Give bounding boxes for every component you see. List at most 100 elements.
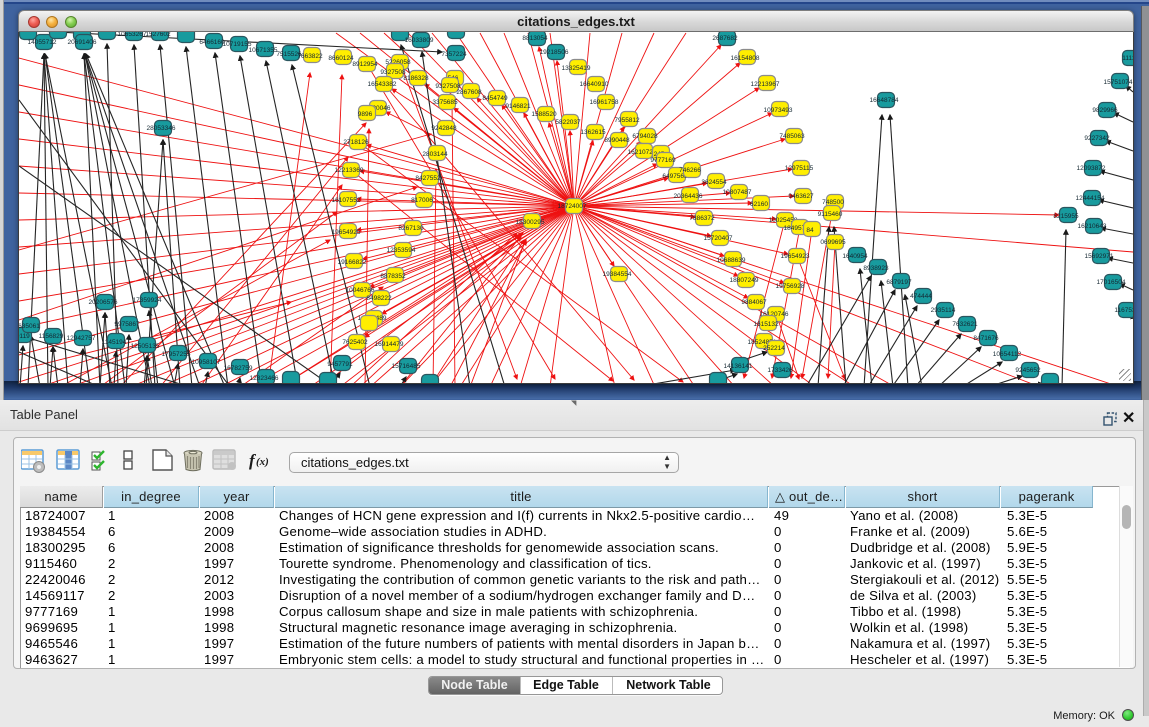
svg-text:1640954: 1640954 [842, 253, 868, 260]
svg-text:16961758: 16961758 [590, 99, 619, 106]
svg-text:9146821: 9146821 [505, 103, 531, 110]
svg-text:12213369: 12213369 [335, 167, 364, 174]
svg-text:9829966: 9829966 [1092, 107, 1118, 114]
svg-text:17359924: 17359924 [133, 297, 162, 304]
svg-text:16543382: 16543382 [368, 81, 397, 88]
svg-text:1527602: 1527602 [145, 32, 171, 38]
svg-text:8498222: 8498222 [366, 295, 392, 302]
svg-text:19654925: 19654925 [332, 229, 361, 236]
svg-text:252214: 252214 [763, 345, 785, 352]
svg-text:9457791: 9457791 [327, 361, 353, 368]
svg-text:8267130: 8267130 [398, 225, 424, 232]
svg-text:16033809: 16033809 [405, 37, 434, 44]
svg-text:10653267: 10653267 [118, 32, 147, 38]
svg-text:9242848: 9242848 [431, 125, 457, 132]
svg-text:2718126: 2718126 [343, 139, 369, 146]
svg-text:10046766: 10046766 [346, 287, 375, 294]
svg-text:474444: 474444 [910, 293, 932, 300]
svg-text:817006: 817006 [411, 197, 433, 204]
svg-text:19654923: 19654923 [781, 253, 810, 260]
svg-text:2803144: 2803144 [422, 151, 448, 158]
svg-text:9463627: 9463627 [788, 193, 814, 200]
svg-text:2935114: 2935114 [931, 307, 956, 314]
svg-text:12353594: 12353594 [387, 247, 416, 254]
svg-text:8471676: 8471676 [973, 335, 999, 342]
svg-text:1112: 1112 [1122, 55, 1133, 62]
svg-text:16640910: 16640910 [580, 81, 609, 88]
svg-text:20364436: 20364436 [674, 193, 703, 200]
svg-text:1156829: 1156829 [39, 333, 64, 340]
svg-text:9975867: 9975867 [114, 321, 140, 328]
svg-text:1588520: 1588520 [531, 111, 557, 118]
svg-text:0699695: 0699695 [820, 239, 846, 246]
svg-text:10807487: 10807487 [723, 189, 752, 196]
svg-text:10719155: 10719155 [223, 41, 252, 48]
svg-text:9896: 9896 [358, 111, 373, 118]
svg-text:2867608: 2867608 [456, 89, 482, 96]
svg-text:15720407: 15720407 [704, 235, 733, 242]
svg-text:16210643: 16210643 [1078, 223, 1107, 230]
svg-text:14055712: 14055712 [28, 39, 57, 46]
svg-text:6466160: 6466160 [199, 39, 225, 46]
svg-text:8938923: 8938923 [863, 265, 889, 272]
svg-text:9245652: 9245652 [1015, 367, 1041, 374]
svg-text:16107552: 16107552 [332, 197, 361, 204]
svg-text:9227342: 9227342 [1084, 135, 1110, 142]
svg-text:7625402: 7625402 [342, 339, 368, 346]
svg-text:12823466: 12823466 [250, 375, 279, 382]
svg-text:6794028: 6794028 [632, 133, 658, 140]
svg-text:12213967: 12213967 [751, 81, 780, 88]
svg-text:16648784: 16648784 [870, 97, 899, 104]
svg-text:10958107: 10958107 [192, 359, 221, 366]
svg-text:12444154: 12444154 [1076, 195, 1105, 202]
svg-text:8813054: 8813054 [522, 35, 548, 42]
svg-text:3624554: 3624554 [701, 179, 727, 186]
svg-text:62160: 62160 [750, 201, 768, 208]
svg-text:19218506: 19218506 [540, 49, 569, 56]
svg-text:19756928: 19756928 [776, 283, 805, 290]
svg-text:6879197: 6879197 [886, 279, 912, 286]
svg-text:12975115: 12975115 [785, 165, 814, 172]
svg-text:12942757: 12942757 [67, 335, 96, 342]
svg-text:7886372: 7886372 [689, 215, 715, 222]
svg-text:8186328: 8186328 [403, 75, 429, 82]
svg-text:8215955: 8215955 [1053, 213, 1079, 220]
svg-text:2687682: 2687682 [712, 35, 738, 42]
svg-text:19166822: 19166822 [338, 259, 367, 266]
svg-text:18300295: 18300295 [516, 219, 545, 226]
svg-text:16914479: 16914479 [375, 341, 404, 348]
svg-text:1362615: 1362615 [580, 129, 606, 136]
svg-text:7632621: 7632621 [952, 321, 978, 328]
svg-text:746266: 746266 [679, 167, 701, 174]
svg-text:1145194: 1145194 [102, 339, 127, 346]
svg-text:84: 84 [806, 227, 814, 234]
svg-text:9327508: 9327508 [380, 69, 406, 76]
svg-text:8912954: 8912954 [352, 61, 378, 68]
svg-text:16782759: 16782759 [224, 365, 253, 372]
svg-text:7955812: 7955812 [614, 117, 640, 124]
svg-text:8878352: 8878352 [380, 273, 406, 280]
svg-text:13325419: 13325419 [562, 65, 591, 72]
svg-text:17016504: 17016504 [1097, 279, 1126, 286]
svg-text:7485063: 7485063 [779, 133, 805, 140]
svg-text:7357224: 7357224 [441, 51, 467, 58]
svg-text:116753: 116753 [1114, 307, 1133, 314]
svg-text:20691406: 20691406 [68, 39, 97, 46]
svg-text:15751074: 15751074 [1104, 79, 1133, 86]
svg-text:17957255: 17957255 [162, 351, 191, 358]
svg-text:15716485: 15716485 [392, 363, 421, 370]
svg-text:18724007: 18724007 [558, 203, 587, 210]
svg-text:9115460: 9115460 [818, 211, 843, 218]
svg-text:8454749: 8454749 [482, 95, 508, 102]
svg-text:18807249: 18807249 [730, 277, 759, 284]
svg-text:5822037: 5822037 [555, 119, 581, 126]
svg-text:20206576: 20206576 [89, 299, 118, 306]
svg-text:1733426: 1733426 [767, 367, 793, 374]
svg-text:(x): (x) [256, 456, 269, 468]
svg-text:12093872: 12093872 [1077, 165, 1106, 172]
svg-text:28053346: 28053346 [147, 125, 176, 132]
svg-text:7663822: 7663822 [297, 53, 323, 60]
svg-text:1615132: 1615132 [753, 321, 779, 328]
svg-text:15692971: 15692971 [1085, 253, 1114, 260]
svg-text:9884067: 9884067 [741, 299, 767, 306]
